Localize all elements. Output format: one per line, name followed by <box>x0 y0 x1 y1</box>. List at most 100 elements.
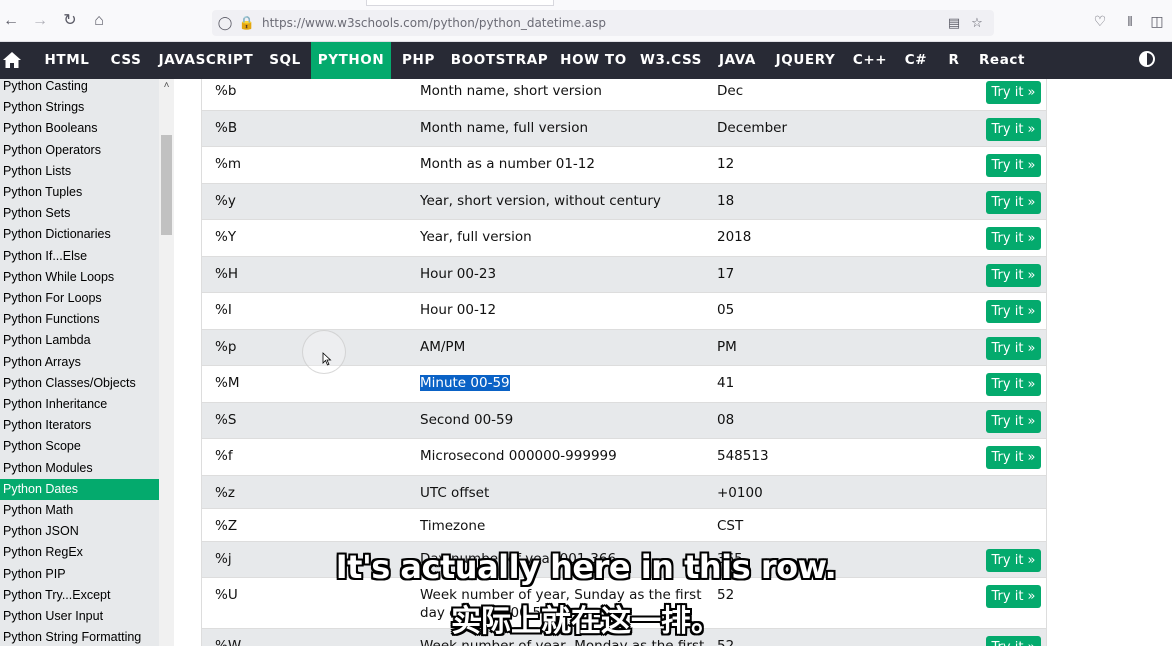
nav-item-r[interactable]: R <box>938 42 970 79</box>
example-cell: Dec <box>717 83 744 99</box>
reload-icon[interactable]: ↻ <box>61 12 79 30</box>
try-it-button[interactable]: Try it » <box>986 410 1041 433</box>
try-it-button[interactable]: Try it » <box>986 264 1041 287</box>
example-cell: 17 <box>717 266 735 282</box>
nav-item-sql[interactable]: SQL <box>260 42 310 79</box>
nav-item-bootstrap[interactable]: BOOTSTRAP <box>446 42 553 79</box>
shield-icon[interactable]: ◯ <box>216 14 234 32</box>
description-cell: Year, full version <box>420 229 532 245</box>
sidebar-item[interactable]: Python Classes/Objects <box>0 373 159 394</box>
example-cell: 41 <box>717 375 735 391</box>
directive-cell: %M <box>215 375 240 391</box>
example-cell: PM <box>717 339 737 355</box>
nav-item-java[interactable]: JAVA <box>709 42 766 79</box>
sidebar-item[interactable]: Python Lists <box>0 161 159 182</box>
nav-item-javascript[interactable]: JAVASCRIPT <box>153 42 259 79</box>
try-it-button[interactable]: Try it » <box>986 118 1041 141</box>
nav-item-python[interactable]: PYTHON <box>311 42 391 79</box>
sidebar-item[interactable]: Python Math <box>0 500 159 521</box>
description-cell: Microsecond 000000-999999 <box>420 448 617 464</box>
sidebar-item[interactable]: Python Casting <box>0 79 159 97</box>
nav-item-c[interactable]: C++ <box>845 42 895 79</box>
directive-cell: %m <box>215 156 241 172</box>
table-row: %S Second 00-59 08 Try it » <box>201 403 1047 439</box>
pocket-icon[interactable]: ♡ <box>1091 12 1109 30</box>
sidebar-item[interactable]: Python Dates <box>0 478 159 500</box>
table-row: %Z Timezone CST <box>201 509 1047 542</box>
directive-cell: %p <box>215 339 237 355</box>
directive-cell: %H <box>215 266 238 282</box>
example-cell: CST <box>717 518 744 534</box>
sidebar-toggle-icon[interactable]: ◫ <box>1148 12 1166 30</box>
browser-toolbar: ← → ↻ ⌂ ◯ 🔒 https://www.w3schools.com/py… <box>0 0 1172 42</box>
description-cell: Minute 00-59 <box>420 374 710 392</box>
table-row: %H Hour 00-23 17 Try it » <box>201 257 1047 293</box>
directive-cell: %b <box>215 83 237 99</box>
try-it-button[interactable]: Try it » <box>986 446 1041 469</box>
dark-mode-toggle-icon[interactable] <box>1139 51 1155 67</box>
description-cell: Hour 00-12 <box>420 302 497 318</box>
try-it-button[interactable]: Try it » <box>986 191 1041 214</box>
sidebar-item[interactable]: Python Lambda <box>0 330 159 351</box>
lock-icon[interactable]: 🔒 <box>238 14 256 32</box>
directive-cell: %f <box>215 448 233 464</box>
sidebar-item[interactable]: Python While Loops <box>0 267 159 288</box>
nav-item-html[interactable]: HTML <box>35 42 99 79</box>
sidebar-item[interactable]: Python Iterators <box>0 415 159 436</box>
sidebar-item[interactable]: Python JSON <box>0 521 159 542</box>
home-icon[interactable] <box>2 51 22 69</box>
nav-item-w3-css[interactable]: W3.CSS <box>634 42 708 79</box>
description-cell: Second 00-59 <box>420 412 514 428</box>
sidebar-item[interactable]: Python Strings <box>0 97 159 118</box>
example-cell: 2018 <box>717 229 752 245</box>
example-cell: +0100 <box>717 485 763 501</box>
try-it-button[interactable]: Try it » <box>986 81 1041 104</box>
forward-arrow-icon[interactable]: → <box>31 12 49 30</box>
table-row: %f Microsecond 000000-999999 548513 Try it … <box>201 439 1047 476</box>
example-cell: 08 <box>717 412 735 428</box>
nav-item-how-to[interactable]: HOW TO <box>554 42 633 79</box>
try-it-button[interactable]: Try it » <box>986 300 1041 323</box>
nav-item-php[interactable]: PHP <box>391 42 446 79</box>
directive-cell: %B <box>215 120 238 136</box>
table-row: %I Hour 00-12 05 Try it » <box>201 293 1047 330</box>
nav-item-css[interactable]: CSS <box>100 42 152 79</box>
reader-view-icon[interactable]: ▤ <box>945 14 963 32</box>
back-arrow-icon[interactable]: ← <box>2 12 20 30</box>
example-cell: 18 <box>717 193 735 209</box>
scrollbar-thumb[interactable] <box>161 135 172 235</box>
description-cell: UTC offset <box>420 485 490 501</box>
nav-item-c[interactable]: C# <box>896 42 936 79</box>
sidebar-item[interactable]: Python Tuples <box>0 182 159 203</box>
sidebar-item[interactable]: Python Dictionaries <box>0 224 159 245</box>
try-it-button[interactable]: Try it » <box>986 373 1041 396</box>
browser-tab[interactable] <box>366 0 554 6</box>
selected-text: Minute 00-59 <box>420 375 510 391</box>
nav-item-jquery[interactable]: JQUERY <box>767 42 844 79</box>
scroll-up-arrow-icon[interactable]: ˄ <box>159 79 174 93</box>
bookmark-star-icon[interactable]: ☆ <box>968 14 986 32</box>
description-cell: AM/PM <box>420 339 466 355</box>
sidebar-item[interactable]: Python Scope <box>0 436 159 457</box>
table-row: %m Month as a number 01-12 12 Try it » <box>201 147 1047 184</box>
sidebar-item[interactable]: Python Inheritance <box>0 394 159 415</box>
example-cell: December <box>717 120 788 136</box>
url-text[interactable]: https://www.w3schools.com/python/python_… <box>262 16 606 30</box>
sidebar-item[interactable]: Python If...Else <box>0 246 159 267</box>
sidebar-item[interactable]: Python Sets <box>0 203 159 224</box>
try-it-button[interactable]: Try it » <box>986 337 1041 360</box>
try-it-button[interactable]: Try it » <box>986 154 1041 177</box>
try-it-button[interactable]: Try it » <box>986 227 1041 250</box>
sidebar-item[interactable]: Python Functions <box>0 309 159 330</box>
sidebar-item[interactable]: Python Arrays <box>0 352 159 373</box>
nav-item-react[interactable]: React <box>970 42 1034 79</box>
address-bar[interactable]: ◯ 🔒 https://www.w3schools.com/python/pyt… <box>212 10 994 36</box>
sidebar-item[interactable]: Python Modules <box>0 458 159 479</box>
sidebar-item[interactable]: Python Booleans <box>0 118 159 139</box>
directive-cell: %Z <box>215 518 238 534</box>
home-icon[interactable]: ⌂ <box>90 12 108 30</box>
description-cell: Month as a number 01-12 <box>420 156 595 172</box>
library-icon[interactable]: ‖ <box>1121 12 1139 30</box>
sidebar-item[interactable]: Python Operators <box>0 140 159 161</box>
sidebar-item[interactable]: Python For Loops <box>0 288 159 309</box>
